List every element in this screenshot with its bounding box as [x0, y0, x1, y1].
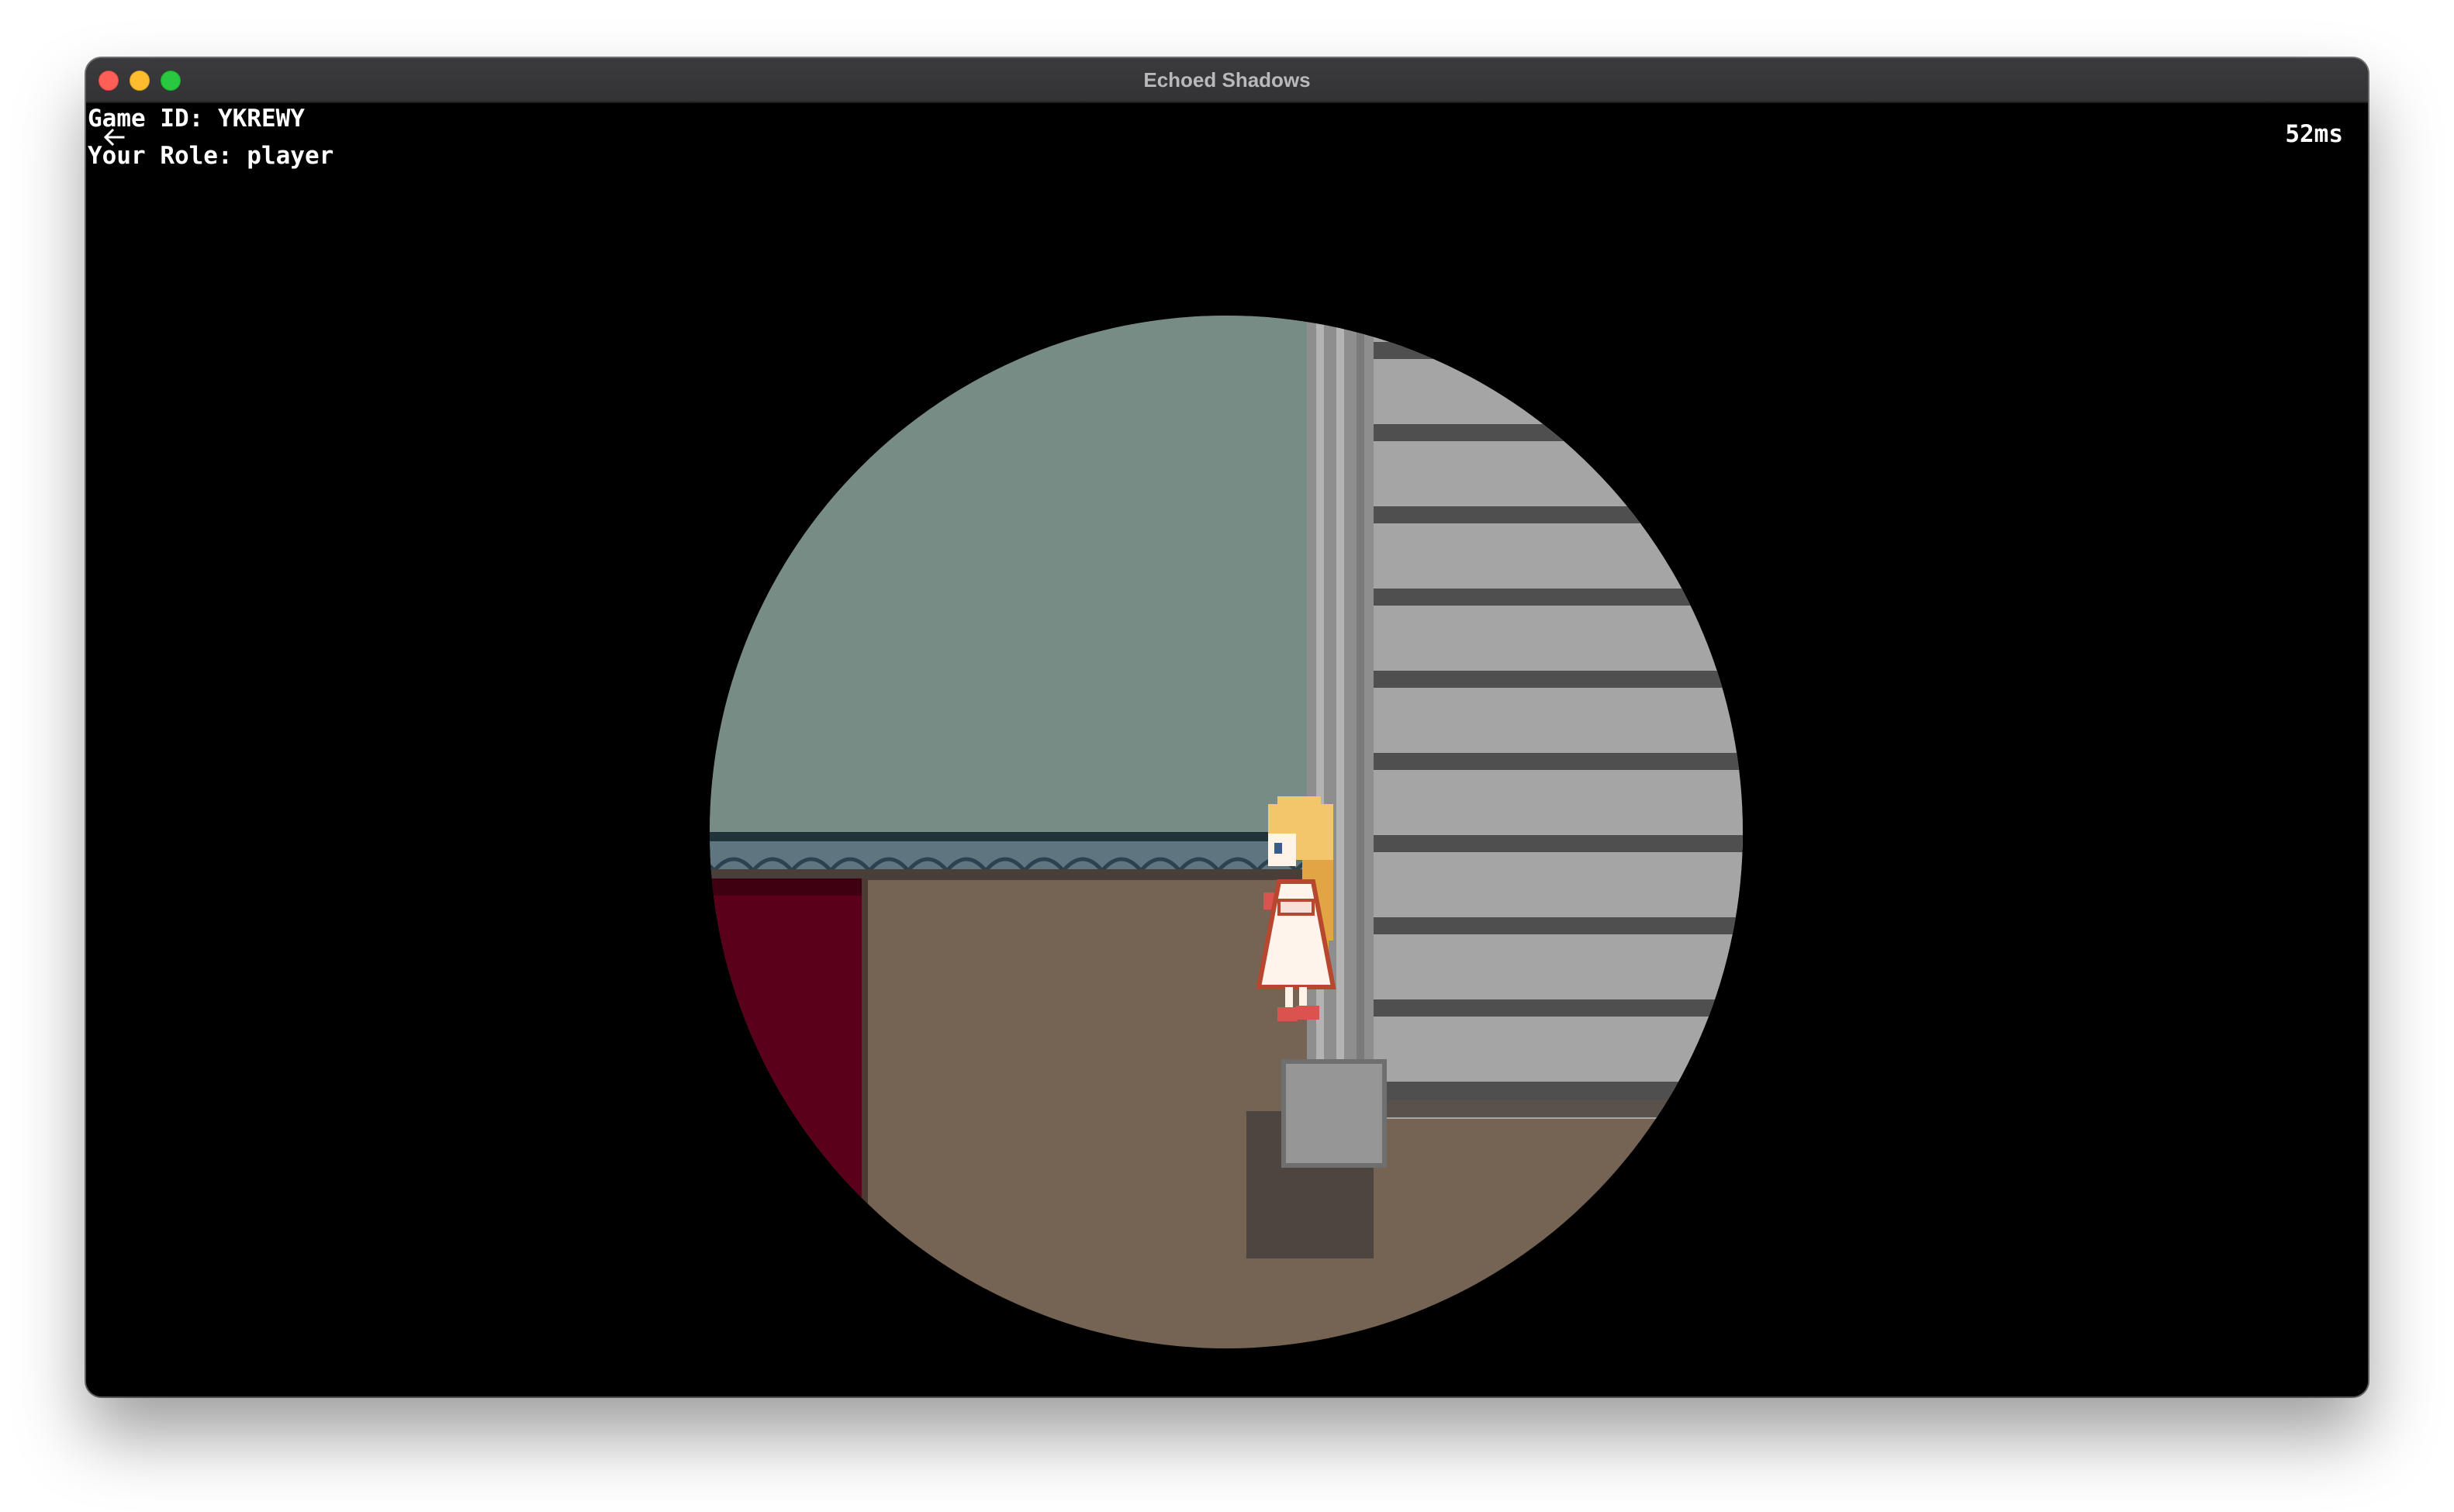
ping-indicator: 52ms [2285, 120, 2343, 148]
stairs-base-shadow [1374, 1100, 1743, 1117]
game-scene [710, 316, 1743, 1348]
app-window: Echoed Shadows Game ID: YKREWY Your Role… [86, 58, 2368, 1396]
game-canvas[interactable]: Game ID: YKREWY Your Role: player 52ms [86, 103, 2368, 1396]
curtain [710, 879, 865, 1348]
vision-circle [710, 316, 1743, 1348]
back-arrow-icon[interactable] [100, 123, 128, 151]
player-character [1256, 796, 1336, 1021]
title-bar[interactable]: Echoed Shadows [86, 58, 2368, 103]
pillar-base [1281, 1059, 1387, 1168]
curtain-shadow [710, 879, 865, 896]
stairs-block [1374, 316, 1743, 1119]
wall [710, 316, 1405, 832]
wall-baseboard [710, 869, 1405, 880]
window-title: Echoed Shadows [1143, 68, 1311, 91]
curtain-edge [862, 879, 868, 1348]
